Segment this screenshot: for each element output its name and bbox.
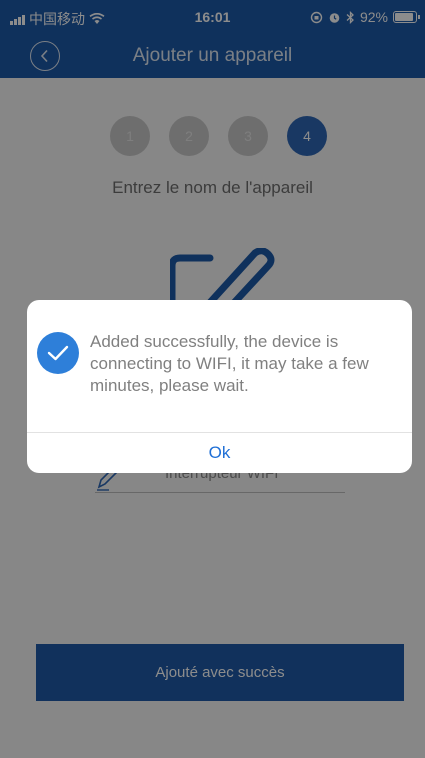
check-circle-icon <box>37 332 79 374</box>
dialog-message: Added successfully, the device is connec… <box>90 332 369 395</box>
ok-button[interactable]: Ok <box>27 433 412 473</box>
success-dialog: Added successfully, the device is connec… <box>27 300 412 473</box>
